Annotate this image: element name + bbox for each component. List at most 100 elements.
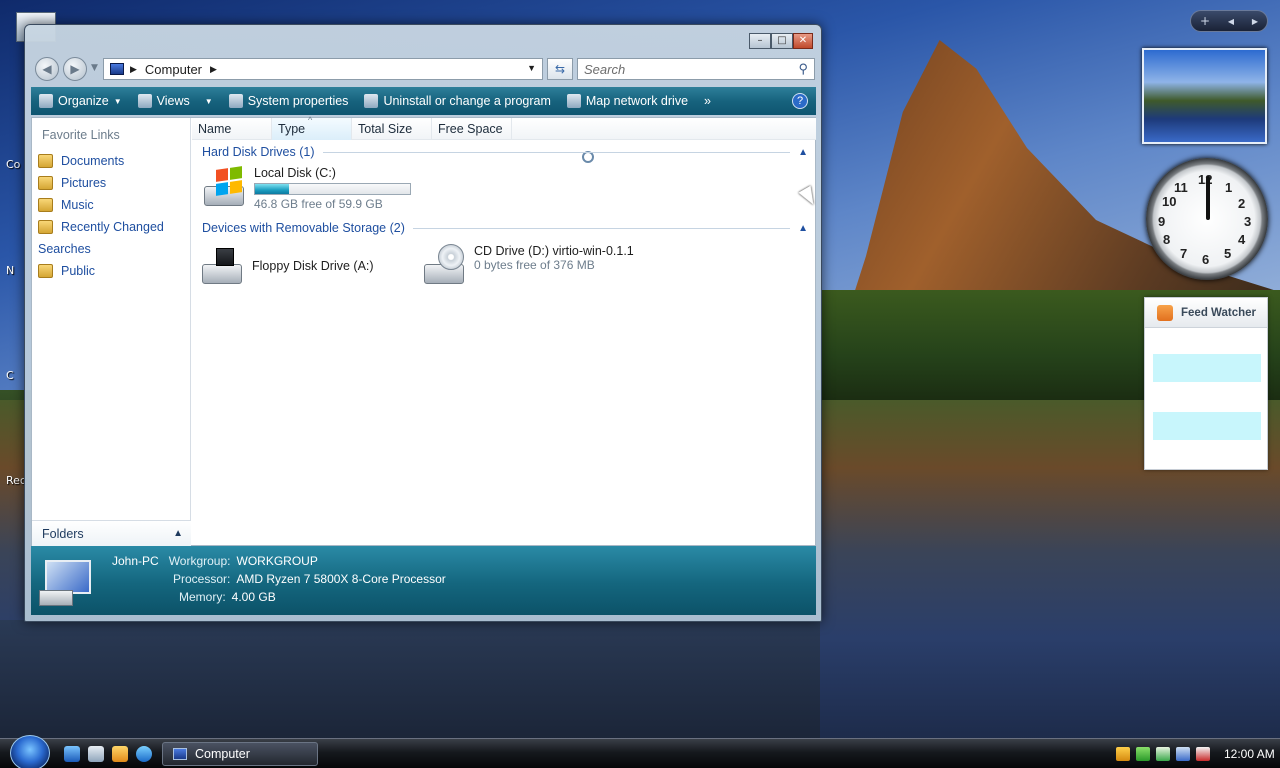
address-dropdown-icon[interactable]: ▼ (527, 63, 536, 73)
feed-item[interactable] (1153, 412, 1261, 440)
processor-label: Processor: (173, 572, 231, 586)
favorite-label: Public (61, 264, 96, 278)
favorite-label: Music (61, 198, 94, 212)
update-icon[interactable] (1156, 747, 1170, 761)
favorite-label: Searches (38, 242, 91, 256)
drive-d[interactable]: CD Drive (D:) virtio-win-0.1.1 0 bytes f… (422, 244, 634, 288)
taskbar-button-computer[interactable]: Computer (162, 742, 318, 766)
uninstall-icon (364, 94, 379, 108)
breadcrumb-separator-icon[interactable]: ▶ (210, 64, 217, 75)
pictures-icon (38, 176, 53, 190)
search-placeholder: Search (584, 61, 626, 77)
group-label: Devices with Removable Storage (2) (202, 221, 405, 235)
switch-windows-icon[interactable] (88, 746, 104, 762)
clock-hour-hand (1206, 176, 1210, 220)
add-gadget-button[interactable]: + (1200, 14, 1210, 28)
internet-explorer-icon[interactable] (136, 746, 152, 762)
cd-drive-icon (422, 244, 468, 288)
clock-number: 3 (1244, 214, 1252, 229)
desktop-icon-label[interactable]: N (6, 264, 14, 277)
organize-menu[interactable]: Organize ▼ (31, 87, 130, 115)
media-player-icon[interactable] (112, 746, 128, 762)
sidebar-tray-icon[interactable] (1136, 747, 1150, 761)
show-desktop-icon[interactable] (64, 746, 80, 762)
favorite-documents[interactable]: Documents (38, 150, 164, 172)
desktop-icon-label[interactable]: C (6, 369, 14, 382)
navigation-pane: Favorite Links Documents Pictures Music … (32, 118, 594, 546)
group-hard-disk-drives[interactable]: Hard Disk Drives (1) ▲ (202, 144, 808, 160)
network-icon[interactable] (1176, 747, 1190, 761)
feed-watcher-title: Feed Watcher (1181, 306, 1256, 319)
explorer-window: – □ ✕ ◀ ▶ ▼ ▶ Computer ▶ ▼ ⇆ Search ⚲ Or… (24, 24, 822, 622)
views-menu[interactable]: Views ▼ (130, 87, 221, 115)
breadcrumb-separator-icon[interactable]: ▶ (130, 64, 137, 75)
uninstall-program-button[interactable]: Uninstall or change a program (356, 87, 558, 115)
group-removable-storage[interactable]: Devices with Removable Storage (2) ▲ (202, 220, 808, 236)
column-total-size[interactable]: Total Size (352, 118, 432, 140)
desktop-icon-label[interactable]: Rec (6, 474, 26, 487)
system-properties-icon (228, 94, 243, 108)
drive-a[interactable]: Floppy Disk Drive (A:) (200, 244, 374, 288)
sidebar-next-button[interactable]: ▶ (1252, 17, 1258, 26)
back-button[interactable]: ◀ (35, 57, 59, 81)
column-type[interactable]: Type (272, 109, 352, 140)
column-name[interactable]: Name (192, 118, 272, 140)
views-label: Views (156, 94, 190, 108)
toolbar-overflow-button[interactable]: » (696, 87, 719, 115)
clock-number: 5 (1224, 246, 1232, 261)
group-label: Hard Disk Drives (1) (202, 145, 315, 159)
address-bar[interactable]: ▶ Computer ▶ ▼ (103, 58, 543, 80)
drive-name: CD Drive (D:) virtio-win-0.1.1 (474, 244, 634, 258)
feed-item[interactable] (1153, 354, 1261, 382)
details-row-processor: Processor: AMD Ryzen 7 5800X 8-Core Proc… (173, 572, 446, 586)
favorite-recently-changed[interactable]: Recently Changed (38, 216, 164, 238)
computer-name: John-PC (112, 554, 159, 568)
details-pane: John-PC Workgroup: WORKGROUP Processor: … (31, 546, 816, 615)
clock-number: 8 (1163, 232, 1171, 247)
folders-label: Folders (42, 526, 84, 541)
start-button[interactable] (10, 735, 50, 768)
views-icon (137, 94, 152, 108)
column-free-space[interactable]: Free Space (432, 118, 512, 140)
favorite-music[interactable]: Music (38, 194, 164, 216)
drive-name: Local Disk (C:) (254, 166, 336, 180)
drive-c[interactable]: Local Disk (C:) 46.8 GB free of 59.9 GB (202, 166, 411, 211)
volume-muted-icon[interactable] (1196, 747, 1210, 761)
taskbar-clock[interactable]: 12:00 AM (1224, 747, 1275, 761)
security-shield-icon[interactable] (1116, 747, 1130, 761)
command-bar: Organize ▼ Views ▼ System properties Uni… (31, 87, 816, 115)
minimize-button[interactable]: – (749, 33, 771, 49)
window-caption-buttons: – □ ✕ (749, 33, 813, 49)
clock-number: 10 (1162, 194, 1177, 209)
rss-icon (1157, 304, 1173, 321)
sidebar-controls: + ◀ ▶ (1190, 10, 1268, 32)
desktop-icon-label[interactable]: Co (6, 158, 20, 171)
slideshow-gadget[interactable] (1142, 48, 1267, 144)
help-button[interactable]: ? (792, 93, 808, 109)
collapse-icon[interactable]: ▲ (798, 223, 808, 234)
close-button[interactable]: ✕ (793, 33, 813, 49)
clock-gadget[interactable]: 12 1 2 3 4 5 6 7 8 9 10 11 (1146, 158, 1268, 280)
forward-button[interactable]: ▶ (63, 57, 87, 81)
chevron-up-icon: ▲ (173, 528, 183, 539)
breadcrumb-computer[interactable]: Computer (145, 62, 202, 77)
sidebar-prev-button[interactable]: ◀ (1228, 17, 1234, 26)
search-icon[interactable]: ⚲ (798, 61, 808, 77)
map-network-drive-button[interactable]: Map network drive (559, 87, 696, 115)
favorite-pictures[interactable]: Pictures (38, 172, 164, 194)
drive-usage-fill (255, 184, 290, 194)
clock-number: 7 (1180, 246, 1188, 261)
favorite-public[interactable]: Public (38, 260, 164, 282)
recent-pages-chevron-icon[interactable]: ▼ (91, 63, 98, 73)
favorite-searches[interactable]: Searches (38, 151, 594, 260)
navigation-row: ◀ ▶ ▼ ▶ Computer ▶ ▼ ⇆ Search ⚲ (33, 57, 815, 81)
refresh-button[interactable]: ⇆ (547, 58, 573, 80)
system-properties-button[interactable]: System properties (221, 87, 357, 115)
maximize-button[interactable]: □ (771, 33, 793, 49)
folders-toggle[interactable]: Folders ▲ (32, 520, 191, 546)
search-input[interactable]: Search ⚲ (577, 58, 815, 80)
collapse-icon[interactable]: ▲ (798, 147, 808, 158)
clock-number: 9 (1158, 214, 1166, 229)
processor-value: AMD Ryzen 7 5800X 8-Core Processor (236, 572, 446, 586)
feed-watcher-gadget[interactable]: Feed Watcher (1144, 297, 1268, 470)
